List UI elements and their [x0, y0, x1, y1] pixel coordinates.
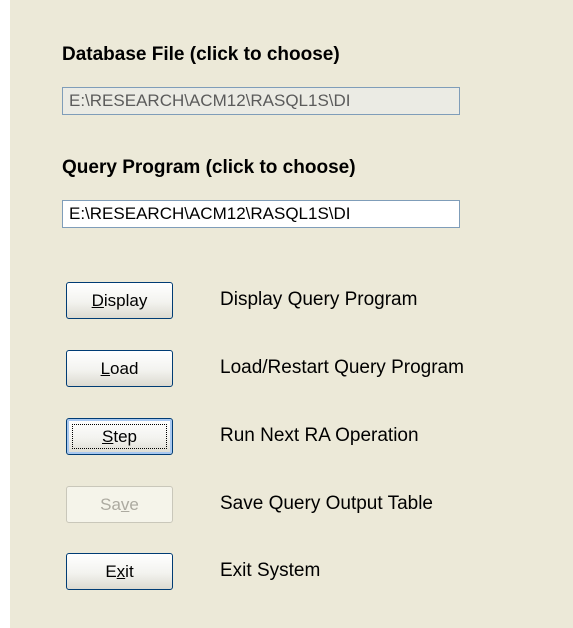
- load-button-accelerator: L: [100, 359, 111, 378]
- display-button[interactable]: Display: [66, 282, 173, 319]
- exit-button-label-pre: E: [105, 562, 117, 581]
- step-button[interactable]: Step: [66, 418, 173, 455]
- load-description: Load/Restart Query Program: [220, 357, 464, 378]
- control-panel: Database File (click to choose) E:\RESEA…: [10, 0, 573, 628]
- exit-description: Exit System: [220, 560, 321, 581]
- save-button: Save: [66, 486, 173, 523]
- step-description: Run Next RA Operation: [220, 425, 419, 446]
- query-program-field[interactable]: E:\RESEARCH\ACM12\RASQL1S\DI: [62, 200, 460, 228]
- query-program-label[interactable]: Query Program (click to choose): [62, 157, 356, 179]
- save-button-label-post: e: [129, 495, 139, 514]
- database-file-field: E:\RESEARCH\ACM12\RASQL1S\DI: [62, 87, 460, 115]
- focus-ring: [72, 424, 167, 449]
- display-description: Display Query Program: [220, 289, 418, 310]
- display-button-label-post: isplay: [103, 291, 148, 310]
- load-button-label-post: oad: [110, 359, 139, 378]
- exit-button[interactable]: Exit: [66, 553, 173, 590]
- save-button-label-pre: Sa: [100, 495, 121, 514]
- load-button[interactable]: Load: [66, 350, 173, 387]
- save-description: Save Query Output Table: [220, 493, 433, 514]
- exit-button-label-post: it: [125, 562, 134, 581]
- display-button-accelerator: D: [91, 291, 104, 310]
- database-file-label[interactable]: Database File (click to choose): [62, 44, 340, 66]
- exit-button-accelerator: x: [116, 562, 126, 581]
